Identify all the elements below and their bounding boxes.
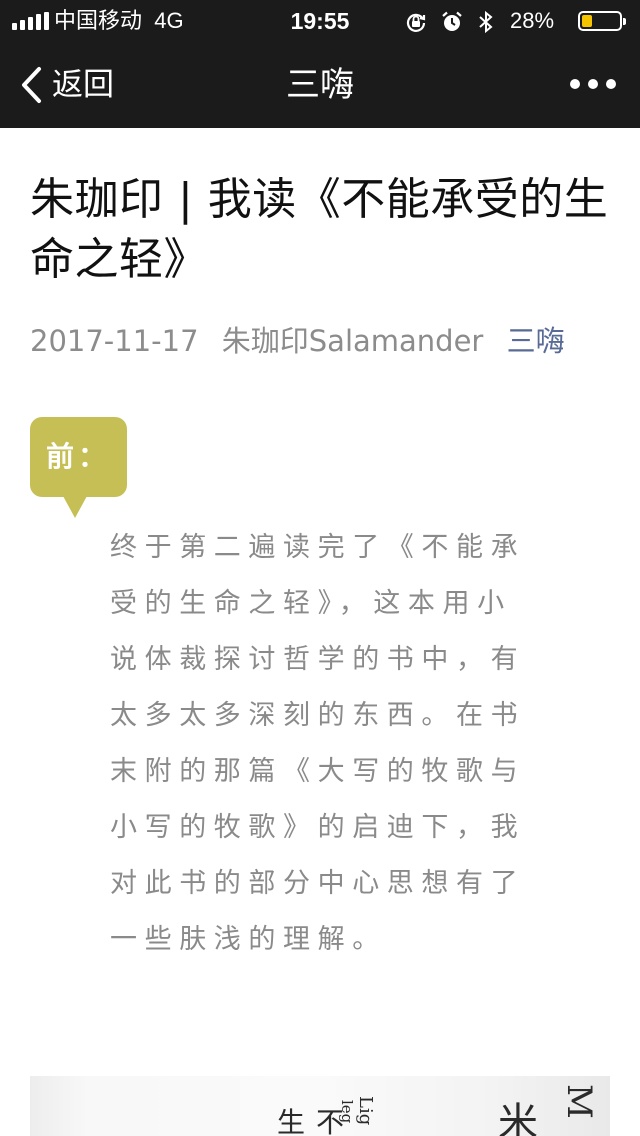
status-bar: 中国移动 4G 19:55 28% — [0, 0, 640, 42]
orientation-lock-icon — [406, 13, 426, 32]
more-icon[interactable] — [570, 76, 616, 92]
svg-text:米: 米 — [498, 1100, 538, 1136]
svg-text:leg: leg — [338, 1100, 356, 1124]
nav-bar: 返回 三嗨 — [0, 42, 640, 128]
publish-date: 2017-11-17 — [30, 324, 199, 358]
book-cover-image[interactable]: 生 不 Lig leg 米 M — [30, 1076, 610, 1136]
svg-text:Lig: Lig — [355, 1096, 376, 1125]
nav-title: 三嗨 — [286, 65, 354, 105]
svg-text:M: M — [559, 1084, 599, 1119]
intro-tag-pointer — [63, 496, 87, 518]
status-right-group: 28% — [404, 8, 628, 34]
battery-nub — [623, 18, 626, 25]
battery-icon — [578, 11, 622, 31]
alarm-icon — [442, 11, 462, 31]
intro-tag-bubble: 前： — [30, 417, 127, 497]
author-name: 朱珈印Salamander — [221, 324, 484, 358]
book-cover-art: 生 不 Lig leg 米 M — [277, 1084, 599, 1136]
intro-paragraph: 终于第二遍读完了《不能承受的生命之轻》，这本用小说体裁探讨哲学的书中，有太多太多… — [110, 532, 526, 955]
bluetooth-icon — [479, 10, 493, 34]
svg-text:生: 生 — [277, 1106, 305, 1136]
article-meta: 2017-11-17 朱珈印Salamander 三嗨 — [30, 322, 630, 360]
battery-percent: 28% — [510, 8, 555, 33]
account-link[interactable]: 三嗨 — [507, 324, 565, 358]
battery-level — [582, 15, 592, 27]
intro-tag-label: 前： — [46, 440, 111, 473]
article-title: 朱珈印 | 我读《不能承受的生命之轻》 — [30, 174, 609, 285]
